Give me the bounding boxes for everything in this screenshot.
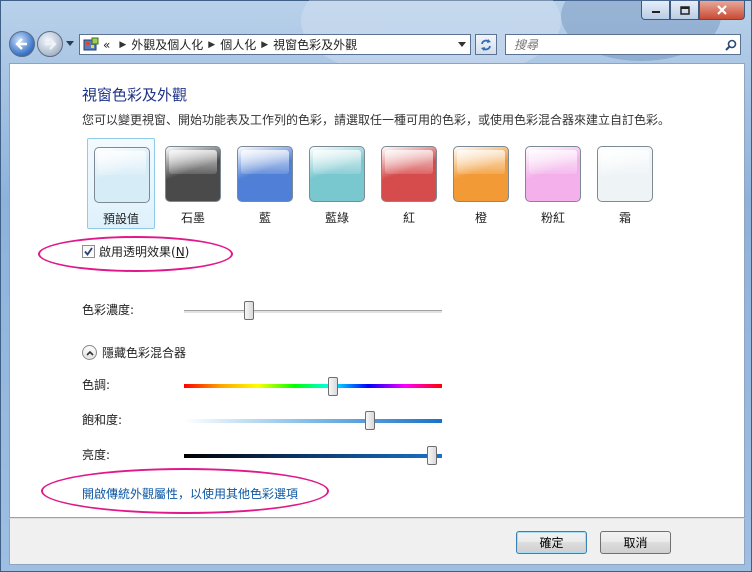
swatch-orange[interactable]: 橙 [447,138,515,229]
search-icon [725,39,737,51]
minimize-button[interactable] [641,1,670,20]
breadcrumb-arrow-icon[interactable]: ▶ [261,40,268,50]
swatch-label: 藍 [258,211,271,225]
advanced-appearance-link[interactable]: 開啟傳統外觀屬性，以使用其他色彩選項 [82,485,298,502]
brightness-label: 亮度: [82,448,111,462]
close-button[interactable] [699,1,745,20]
address-history-dropdown[interactable] [454,35,470,54]
control-panel-icon [83,37,99,50]
transparency-checkbox[interactable] [82,245,95,258]
intensity-track[interactable] [184,310,442,314]
search-input[interactable] [512,36,722,53]
maximize-button[interactable] [670,1,699,20]
mixer-toggle[interactable]: 隱藏色彩混合器 [82,344,186,361]
swatch-label: 粉紅 [540,211,565,225]
transparency-label-text: 啟用透明效果( [99,245,176,259]
chevron-down-icon [66,41,74,46]
chevron-down-icon [458,42,466,47]
refresh-icon [481,38,491,51]
swatch-label: 石墨 [180,211,205,225]
swatch-blue[interactable]: 藍 [231,138,299,229]
forward-arrow-icon [45,38,57,50]
search-button[interactable] [722,36,740,54]
brightness-track[interactable] [184,454,442,458]
address-bar[interactable]: « ▶ 外觀及個人化 ▶ 個人化 ▶ 視窗色彩及外觀 [79,34,471,55]
swatch-color-teal [309,146,365,202]
swatch-color-frost [597,146,653,202]
navigation-buttons [9,31,76,57]
swatch-default[interactable]: 預設值 [87,138,155,229]
swatch-teal[interactable]: 藍綠 [303,138,371,229]
chevron-up-icon [85,350,94,356]
close-icon [717,5,727,15]
transparency-label-end: ) [184,245,190,259]
collapse-button[interactable] [82,345,97,360]
swatch-label: 橙 [474,211,487,225]
breadcrumb-arrow-icon[interactable]: ▶ [119,40,126,50]
page-description: 您可以變更視窗、開始功能表及工作列的色彩，請選取任一種可用的色彩，或使用色彩混合… [82,113,671,127]
transparency-label: 啟用透明效果(N) [99,243,189,260]
swatch-color-red [381,146,437,202]
breadcrumb-item[interactable]: ▶ 外觀及個人化 [114,36,203,53]
saturation-slider-thumb[interactable] [365,411,376,430]
back-button[interactable] [9,31,35,57]
swatch-label: 預設值 [102,212,139,226]
breadcrumb-item[interactable]: ▶ 視窗色彩及外觀 [256,36,357,53]
ok-button[interactable]: 確定 [516,531,587,554]
breadcrumb-label[interactable]: 外觀及個人化 [131,36,203,53]
swatch-pink[interactable]: 粉紅 [519,138,587,229]
swatch-color-pink [525,146,581,202]
checkmark-icon [84,247,93,256]
mixer-toggle-label: 隱藏色彩混合器 [102,346,187,360]
intensity-label: 色彩濃度: [82,303,135,317]
dialog-footer: 確定 取消 [9,518,745,565]
saturation-label: 飽和度: [82,413,123,427]
breadcrumb-label[interactable]: 視窗色彩及外觀 [273,36,357,53]
minimize-icon [651,11,660,13]
swatch-label: 霜 [618,211,631,225]
swatch-color-orange [453,146,509,202]
swatch-color-blue [237,146,293,202]
swatch-frost[interactable]: 霜 [591,138,659,229]
brightness-slider-thumb[interactable] [427,446,438,465]
swatch-red[interactable]: 紅 [375,138,443,229]
hue-track[interactable] [184,384,442,388]
swatch-graphite[interactable]: 石墨 [159,138,227,229]
search-box[interactable] [505,34,741,55]
breadcrumb-label[interactable]: 個人化 [220,36,256,53]
breadcrumb-arrow-icon[interactable]: ▶ [208,40,215,50]
swatch-label: 紅 [402,211,415,225]
cancel-button[interactable]: 取消 [600,531,671,554]
back-arrow-icon [15,38,27,50]
caption-buttons [641,1,745,20]
swatch-color-default [94,147,150,203]
hue-label: 色調: [82,378,111,392]
forward-button[interactable] [37,31,63,57]
hue-slider-thumb[interactable] [327,377,338,396]
swatch-color-graphite [165,146,221,202]
maximize-icon [679,5,690,15]
page-title: 視窗色彩及外觀 [82,86,188,104]
breadcrumb-overflow[interactable]: « [103,38,110,52]
breadcrumb-item[interactable]: ▶ 個人化 [203,36,256,53]
refresh-button[interactable] [475,34,497,55]
transparency-option[interactable]: 啟用透明效果(N) [82,243,189,260]
saturation-track[interactable] [184,419,442,423]
swatch-label: 藍綠 [324,211,349,225]
control-panel-window: « ▶ 外觀及個人化 ▶ 個人化 ▶ 視窗色彩及外觀 視窗色彩及外觀 您可以變更視窗、… [0,0,752,572]
recent-pages-dropdown[interactable] [66,39,76,49]
transparency-accelerator: N [175,245,185,259]
content-pane: 視窗色彩及外觀 您可以變更視窗、開始功能表及工作列的色彩，請選取任一種可用的色彩… [9,63,745,518]
intensity-slider-thumb[interactable] [243,301,254,320]
